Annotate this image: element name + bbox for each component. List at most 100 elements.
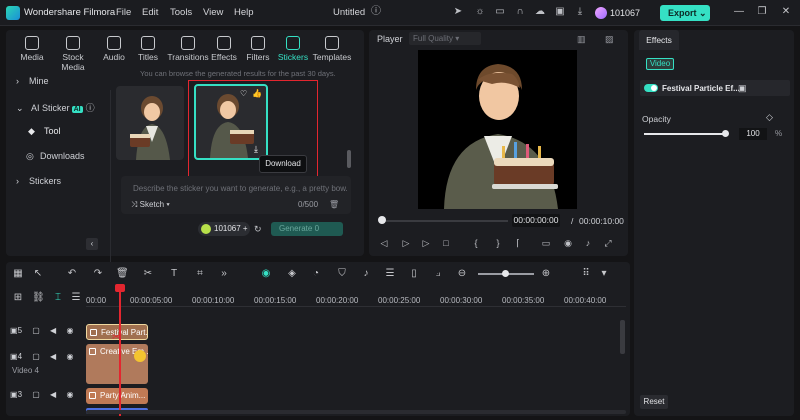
menu-edit[interactable]: Edit: [142, 7, 158, 18]
split-icon[interactable]: ⌈: [513, 238, 523, 248]
speaker-icon[interactable]: ◀: [50, 390, 56, 399]
cut-track-icon[interactable]: ⟓: [432, 268, 444, 280]
mark-out-icon[interactable]: }: [493, 238, 503, 248]
timeline-ruler[interactable]: [86, 306, 626, 307]
track-layout-icon[interactable]: ☰: [70, 292, 82, 304]
stop-icon[interactable]: □: [441, 238, 451, 248]
video-subtab[interactable]: Video: [646, 58, 674, 70]
vertical-scrollbar[interactable]: [620, 320, 625, 354]
camera-icon[interactable]: ◉: [563, 238, 573, 248]
tab-effects-panel[interactable]: Effects: [639, 30, 679, 50]
select-tool-icon[interactable]: ↖: [32, 268, 44, 280]
refresh-icon[interactable]: ↻: [254, 224, 262, 235]
marker-icon[interactable]: ▯: [408, 268, 420, 280]
menu-file[interactable]: File: [116, 7, 131, 18]
scissors-icon[interactable]: ✂: [142, 268, 154, 280]
eye-icon[interactable]: ◉: [66, 326, 73, 335]
display-icon[interactable]: ▭: [541, 238, 551, 248]
link-icon[interactable]: ⛓: [32, 292, 45, 304]
sidebar-item-stickers[interactable]: › Stickers: [16, 176, 61, 186]
info-icon[interactable]: ⓘ: [370, 6, 382, 18]
ai-tool-icon[interactable]: ◉: [260, 268, 272, 280]
folder-icon[interactable]: ▢: [32, 352, 40, 361]
compare-icon[interactable]: ▥: [577, 34, 586, 45]
snap-icon[interactable]: ⌶: [52, 292, 64, 304]
eye-icon[interactable]: ◉: [66, 390, 73, 399]
effect-settings-icon[interactable]: ▣: [738, 83, 747, 94]
zoom-in-icon[interactable]: ⊕: [540, 268, 552, 280]
menu-help[interactable]: Help: [234, 7, 254, 18]
menu-view[interactable]: View: [203, 7, 223, 18]
layout-grid-icon[interactable]: ⠿: [580, 268, 592, 280]
snapshot-view-icon[interactable]: ▨: [605, 34, 614, 45]
monitor-icon[interactable]: ▭: [494, 6, 506, 18]
tab-titles[interactable]: Titles: [128, 34, 168, 62]
eye-icon[interactable]: ◉: [66, 352, 73, 361]
sidebar-item-tool[interactable]: ◆ Tool: [28, 126, 61, 136]
scrubber-handle[interactable]: [378, 216, 386, 224]
collapse-sidebar-button[interactable]: ‹: [86, 238, 98, 250]
play-icon[interactable]: ▷: [421, 238, 431, 248]
shield-icon[interactable]: ⛉: [336, 268, 348, 280]
current-timecode[interactable]: 00:00:00:00: [512, 214, 560, 227]
keyframe-diamond-icon[interactable]: ◇: [766, 112, 773, 123]
mark-in-icon[interactable]: {: [471, 238, 481, 248]
generate-button[interactable]: Generate 0: [271, 222, 343, 236]
download-icon[interactable]: ⤓: [574, 6, 586, 18]
credit-cost-pill[interactable]: 101067 +: [198, 222, 250, 236]
zoom-out-icon[interactable]: ⊖: [456, 268, 468, 280]
opacity-slider[interactable]: [644, 133, 724, 135]
auto-reframe-icon[interactable]: ◈: [286, 268, 298, 280]
tab-media[interactable]: Media: [12, 34, 52, 62]
prompt-input[interactable]: Describe the sticker you want to generat…: [121, 176, 351, 214]
lightbulb-icon[interactable]: ☼: [474, 6, 486, 18]
speed-icon[interactable]: ◔: [310, 268, 322, 280]
prev-frame-icon[interactable]: ◁: [379, 238, 389, 248]
tab-stock-media[interactable]: Stock Media: [52, 34, 94, 72]
sticker-list-scrollbar[interactable]: [347, 150, 351, 168]
folder-icon[interactable]: ▢: [32, 326, 40, 335]
horizontal-scrollbar[interactable]: [86, 410, 626, 414]
folder-icon[interactable]: ▢: [32, 390, 40, 399]
gift-icon[interactable]: ▣: [554, 6, 566, 18]
trash-icon[interactable]: 🗑: [329, 200, 339, 209]
speaker-icon[interactable]: ◀: [50, 326, 56, 335]
fullscreen-icon[interactable]: ⤢: [603, 238, 613, 248]
minimize-icon[interactable]: —: [733, 6, 745, 18]
redo-icon[interactable]: ↷: [92, 268, 104, 280]
restore-icon[interactable]: ❐: [756, 6, 768, 18]
style-select[interactable]: ⤨ Sketch ▾: [131, 200, 170, 210]
crop-icon[interactable]: ⌗: [194, 268, 206, 280]
add-track-icon[interactable]: ⊞: [12, 292, 24, 304]
reset-button[interactable]: Reset: [640, 395, 668, 409]
playhead[interactable]: [119, 284, 121, 416]
sidebar-item-ai-sticker[interactable]: ⌄ AI Sticker AI ⓘ: [16, 101, 95, 114]
credits-badge[interactable]: 101067: [592, 5, 646, 21]
zoom-slider-handle[interactable]: [502, 270, 509, 277]
clip-party-animation[interactable]: Party Anim...: [86, 388, 148, 404]
undo-icon[interactable]: ↶: [66, 268, 78, 280]
sticker-thumbnail[interactable]: [116, 86, 184, 160]
send-icon[interactable]: ➤: [452, 6, 464, 18]
cloud-upload-icon[interactable]: ☁: [534, 6, 546, 18]
tab-templates[interactable]: Templates: [309, 34, 355, 62]
quality-select[interactable]: Full Quality ▾: [409, 32, 481, 45]
effect-row[interactable]: Festival Particle Ef... ▣: [640, 80, 790, 96]
list-icon[interactable]: ☰: [384, 268, 396, 280]
playback-scrubber[interactable]: [381, 220, 508, 222]
export-button[interactable]: Export ⌄: [660, 5, 710, 21]
volume-icon[interactable]: ♪: [583, 238, 593, 248]
play-frame-icon[interactable]: ▷: [401, 238, 411, 248]
help-icon[interactable]: ⓘ: [86, 103, 95, 113]
speaker-icon[interactable]: ◀: [50, 352, 56, 361]
opacity-slider-handle[interactable]: [722, 130, 729, 137]
microphone-icon[interactable]: ♪: [360, 268, 372, 280]
caret-down-icon[interactable]: ▾: [598, 268, 610, 280]
menu-tools[interactable]: Tools: [170, 7, 192, 18]
close-icon[interactable]: ✕: [780, 6, 792, 18]
more-tools-icon[interactable]: »: [218, 268, 230, 280]
grid-icon[interactable]: ▦: [12, 268, 24, 280]
headset-icon[interactable]: ∩: [514, 6, 526, 18]
effect-toggle[interactable]: [644, 84, 658, 92]
tab-filters[interactable]: Filters: [238, 34, 278, 62]
